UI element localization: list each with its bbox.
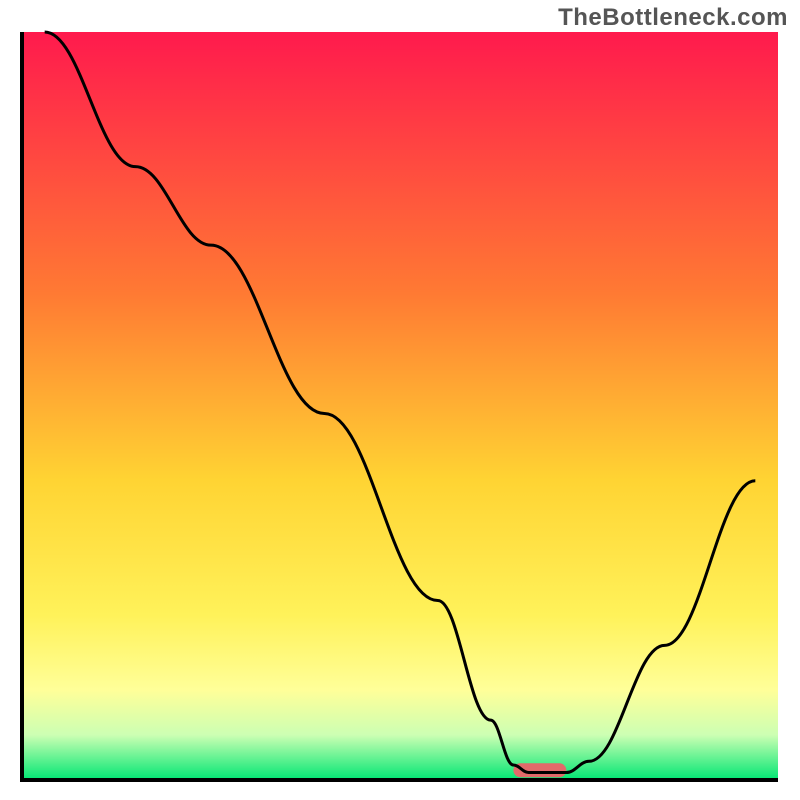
plot-background bbox=[22, 32, 778, 780]
chart-container: TheBottleneck.com bbox=[0, 0, 800, 800]
bottleneck-chart bbox=[0, 0, 800, 800]
watermark-text: TheBottleneck.com bbox=[558, 4, 788, 32]
